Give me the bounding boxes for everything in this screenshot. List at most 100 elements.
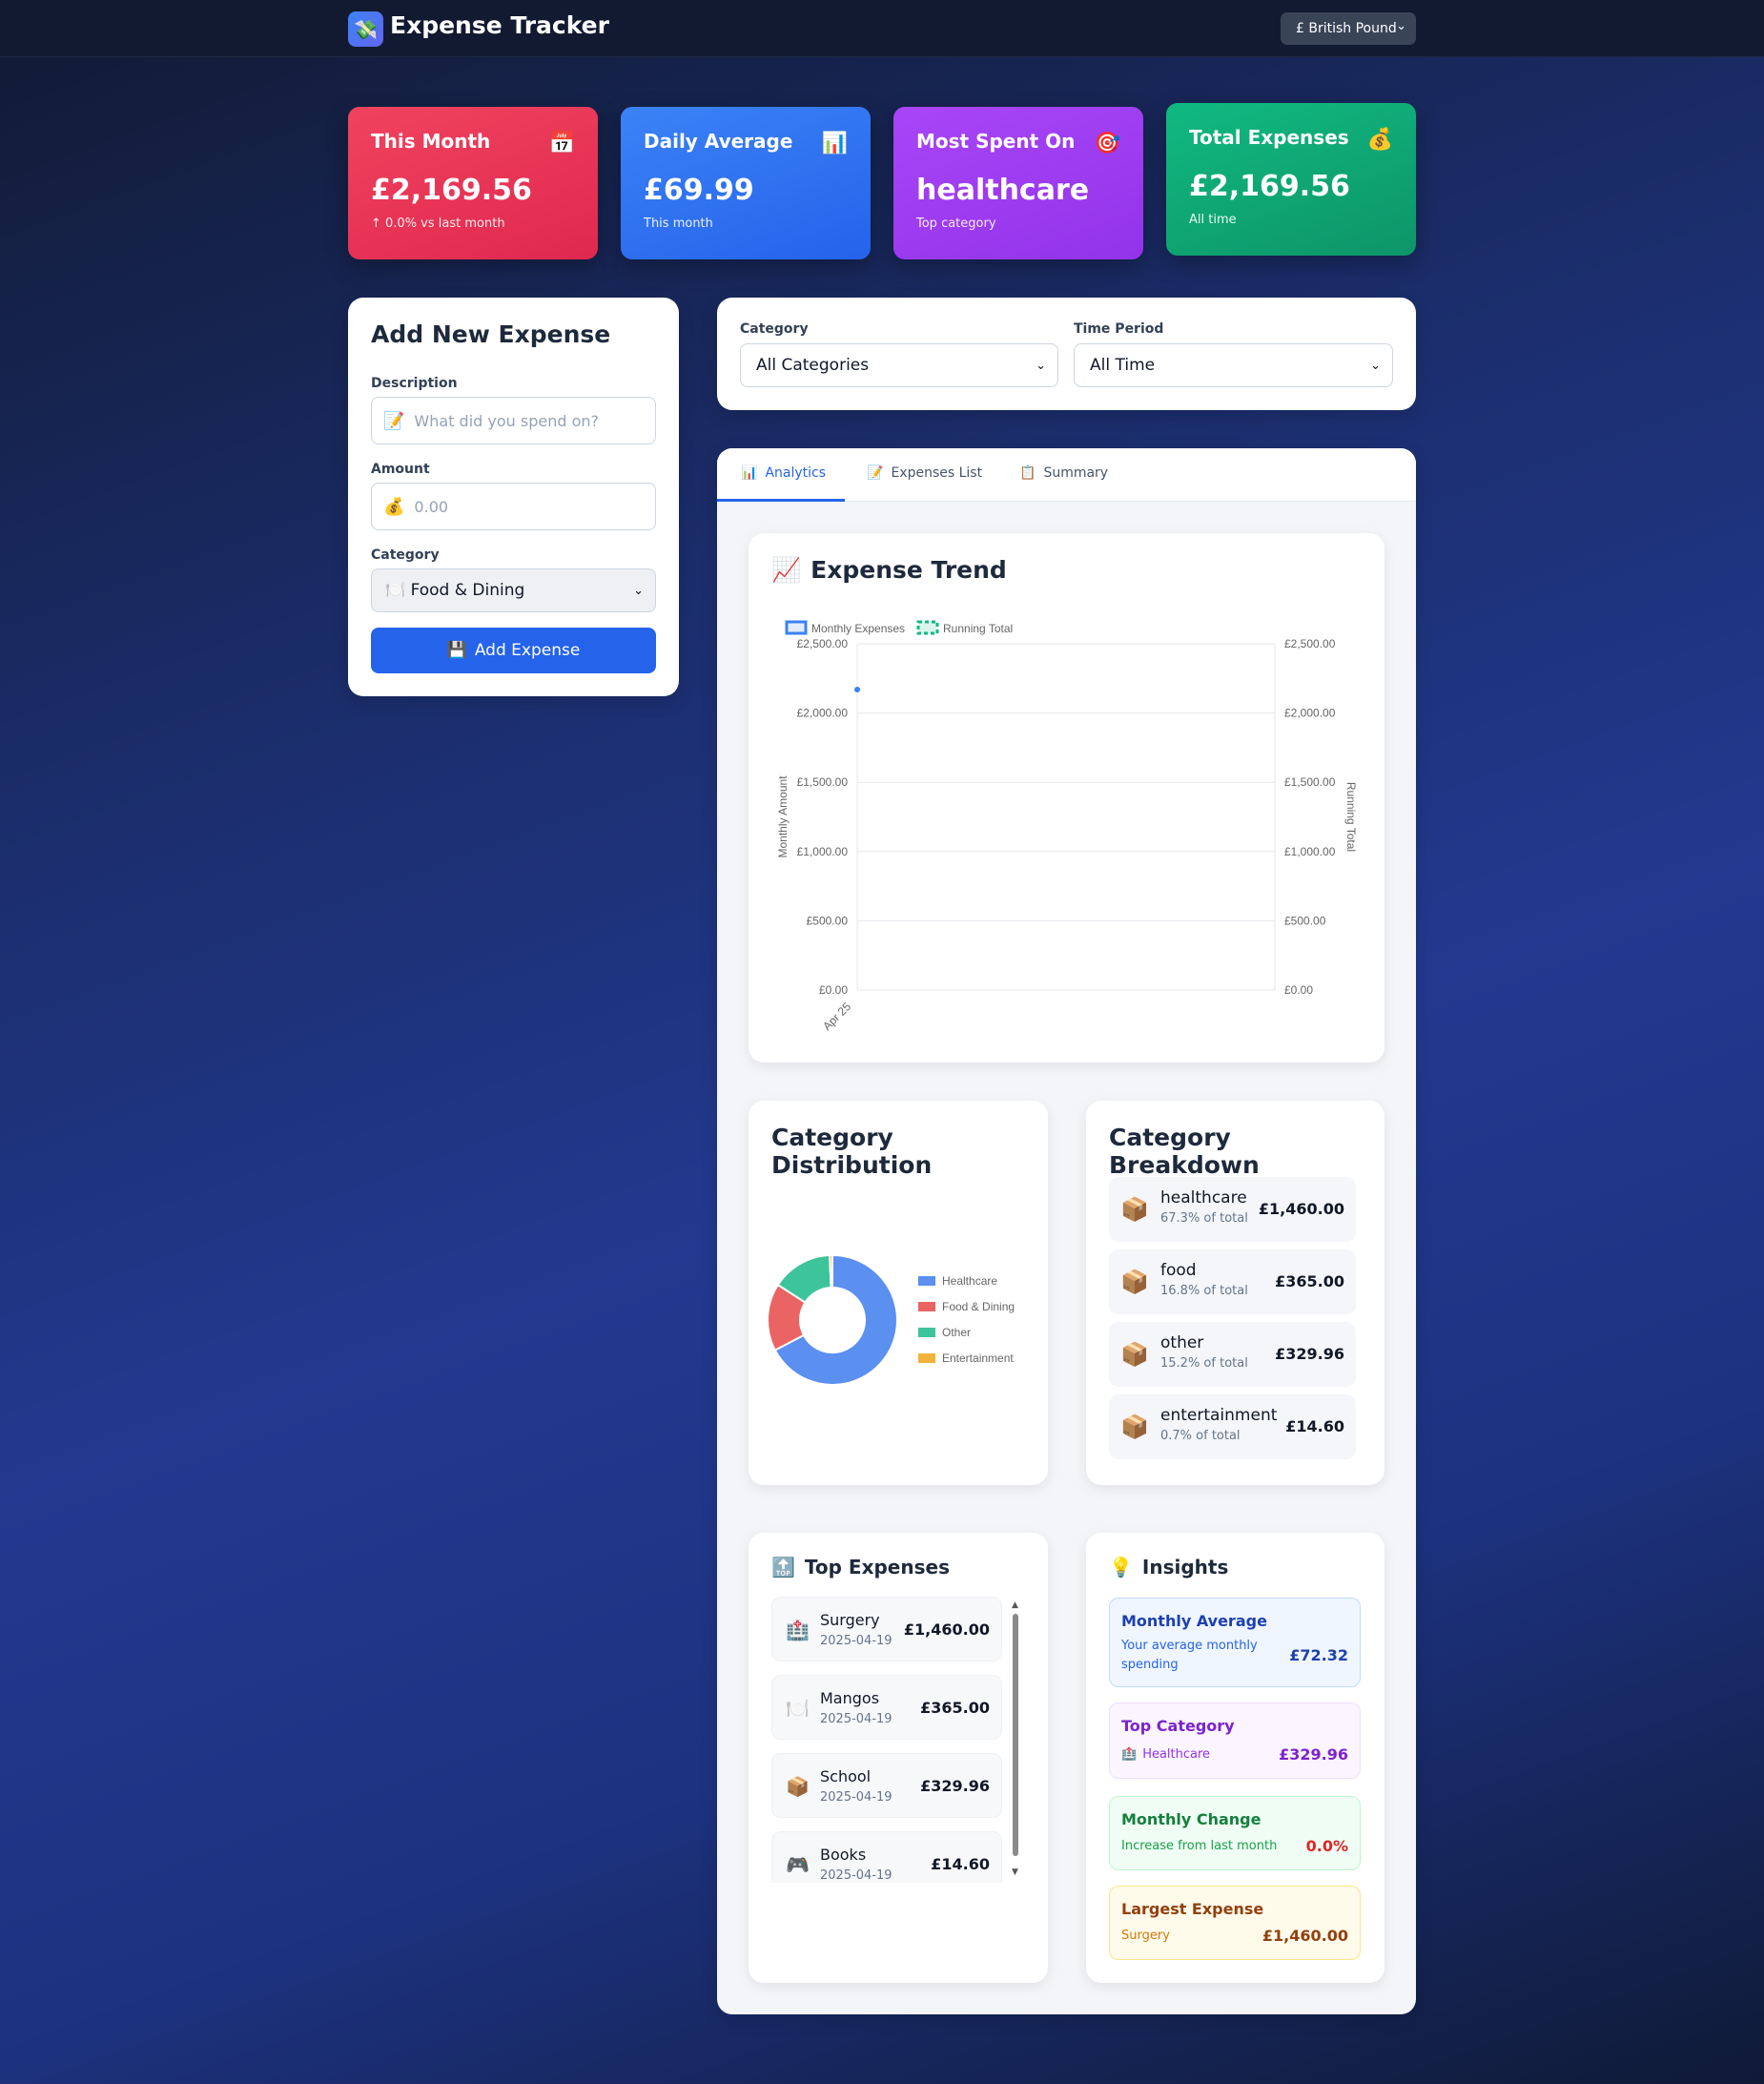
y-tick-label: £2,000.00 — [797, 707, 849, 720]
category-select[interactable]: 🍽️ Food & Dining ⌄ — [371, 568, 656, 612]
add-expense-button-label: Add Expense — [474, 641, 581, 660]
memo-icon: 📝 — [867, 465, 884, 481]
amount-input[interactable]: 💰 0.00 — [371, 483, 656, 530]
scroll-down-icon[interactable]: ▼ — [1012, 1867, 1018, 1877]
scroll-up-icon[interactable]: ▲ — [1012, 1600, 1018, 1610]
breakdown-amount: £329.96 — [1275, 1345, 1344, 1363]
insight-value: £329.96 — [1279, 1745, 1348, 1764]
stat-sub: This month — [644, 217, 713, 231]
stat-card-most-spent: Most Spent On 🎯 healthcare Top category — [893, 107, 1143, 259]
app-logo-icon: 💸 — [348, 11, 383, 47]
y2-tick-label: £1,500.00 — [1284, 775, 1336, 789]
legend-swatch-monthly — [785, 620, 808, 635]
monthly-expenses-point — [854, 686, 860, 692]
top-bar: 💸 Expense Tracker £ British Pound ⌄ — [0, 0, 1764, 57]
insight-title: Top Category — [1121, 1717, 1235, 1735]
insight-sub: Your average monthly spending — [1121, 1639, 1258, 1672]
insight-sub: 🏥 Healthcare — [1121, 1747, 1210, 1762]
breakdown-amount: £14.60 — [1285, 1417, 1344, 1435]
breakdown-name: food — [1160, 1261, 1197, 1280]
amount-label: Amount — [371, 462, 430, 477]
insight-sub: Increase from last month — [1121, 1839, 1278, 1853]
pie-slice-entertainment — [829, 1253, 833, 1290]
stat-card-daily-average: Daily Average 📊 £69.99 This month — [621, 107, 871, 259]
legend-swatch-running — [916, 620, 939, 635]
target-icon: 🎯 — [1094, 132, 1120, 155]
description-input[interactable]: 📝 What did you spend on? — [371, 397, 656, 444]
expense-amount: £365.00 — [920, 1699, 990, 1717]
legend-label: Healthcare — [942, 1274, 997, 1288]
tab-summary[interactable]: 📋 Summary — [1019, 465, 1108, 481]
floppy-disk-icon: 💾 — [446, 641, 467, 660]
breakdown-name: entertainment — [1160, 1406, 1278, 1425]
light-bulb-icon: 💡 — [1109, 1556, 1133, 1578]
stat-title: Daily Average — [644, 130, 793, 153]
insights-title: 💡 Insights — [1109, 1556, 1228, 1578]
scrollbar-thumb[interactable] — [1013, 1614, 1018, 1856]
add-expense-card: Add New Expense Description 📝 What did y… — [348, 298, 679, 696]
filter-period-select[interactable]: All Time ⌄ — [1074, 343, 1393, 387]
tab-analytics[interactable]: 📊 Analytics — [741, 465, 826, 481]
legend-swatch — [918, 1276, 935, 1286]
y-tick-label: £2,500.00 — [797, 637, 849, 650]
y2-tick-label: £2,000.00 — [1284, 707, 1336, 720]
hospital-icon: 🏥 — [1121, 1747, 1138, 1762]
expense-name: Mangos — [820, 1689, 880, 1707]
top-expense-row: 🍽️ Mangos 2025-04-19 £365.00 — [771, 1675, 1002, 1740]
stat-value: healthcare — [916, 174, 1090, 207]
legend-label-monthly: Monthly Expenses — [811, 622, 905, 635]
currency-select[interactable]: £ British Pound ⌄ — [1281, 12, 1416, 45]
active-tab-indicator — [717, 499, 845, 502]
legend-swatch — [918, 1353, 935, 1363]
x-tick-label: Apr 25 — [820, 1000, 853, 1033]
stat-title: Most Spent On — [916, 130, 1076, 153]
insight-largest-expense: Largest Expense Surgery £1,460.00 — [1109, 1886, 1361, 1960]
top-expenses-scrollbar[interactable]: ▲ ▼ — [1012, 1600, 1019, 1879]
y-tick-label: £0.00 — [819, 983, 848, 997]
insight-sub-text: Healthcare — [1142, 1747, 1211, 1762]
filter-category-label: Category — [740, 321, 809, 337]
y2-tick-label: £0.00 — [1284, 983, 1313, 997]
bar-chart-icon: 📊 — [821, 132, 848, 155]
expense-date: 2025-04-19 — [820, 1634, 892, 1648]
stat-value: £69.99 — [644, 174, 754, 207]
insight-value: 0.0% — [1305, 1837, 1348, 1855]
stat-sub: Top category — [916, 217, 996, 231]
tab-expenses-list[interactable]: 📝 Expenses List — [867, 465, 982, 481]
memo-icon: 📝 — [383, 410, 405, 431]
breakdown-percent: 16.8% of total — [1160, 1284, 1248, 1298]
legend-label: Entertainment — [942, 1352, 1014, 1365]
breakdown-name: other — [1160, 1333, 1204, 1352]
legend-label: Food & Dining — [942, 1300, 1015, 1313]
y2-axis-label: Running Total — [1344, 782, 1358, 852]
money-bag-icon: 💰 — [383, 496, 405, 517]
filter-period-value: All Time — [1090, 356, 1156, 375]
breakdown-row: 📦 entertainment 0.7% of total £14.60 — [1109, 1394, 1356, 1459]
top-expenses-list[interactable]: 🏥 Surgery 2025-04-19 £1,460.00 🍽️ Mangos… — [771, 1597, 1010, 1883]
expense-amount: £14.60 — [931, 1855, 990, 1873]
hospital-icon: 🏥 — [786, 1619, 810, 1641]
breakdown-amount: £1,460.00 — [1258, 1200, 1344, 1218]
chevron-down-icon: ⌄ — [633, 583, 644, 598]
filter-category-select[interactable]: All Categories ⌄ — [740, 343, 1058, 387]
add-expense-title: Add New Expense — [371, 320, 611, 348]
fork-knife-icon: 🍽️ — [786, 1697, 810, 1720]
package-icon: 📦 — [1120, 1196, 1149, 1223]
add-expense-button[interactable]: 💾 Add Expense — [371, 628, 656, 673]
stat-value: £2,169.56 — [1189, 170, 1350, 203]
money-bag-icon: 💰 — [1366, 128, 1393, 152]
expense-name: Surgery — [820, 1611, 880, 1629]
top-expenses-title: 🔝 Top Expenses — [771, 1556, 950, 1578]
legend-swatch — [918, 1328, 935, 1337]
breakdown-name: healthcare — [1160, 1188, 1247, 1207]
clipboard-icon: 📋 — [1019, 465, 1036, 481]
package-icon: 📦 — [1120, 1341, 1149, 1368]
currency-value: £ British Pound — [1296, 21, 1397, 36]
stat-card-this-month: This Month 📅 £2,169.56 ↑ 0.0% vs last mo… — [348, 107, 598, 259]
y-axis-label: Monthly Amount — [776, 775, 790, 858]
tab-label: Analytics — [765, 465, 827, 481]
package-icon: 📦 — [1120, 1269, 1149, 1295]
breakdown-percent: 15.2% of total — [1160, 1356, 1248, 1371]
insight-value: £1,460.00 — [1261, 1927, 1348, 1945]
expense-trend-chart: £0.00 £0.00 £500.00 £500.00 £1,000.00 £1,000.… — [776, 620, 1358, 1033]
